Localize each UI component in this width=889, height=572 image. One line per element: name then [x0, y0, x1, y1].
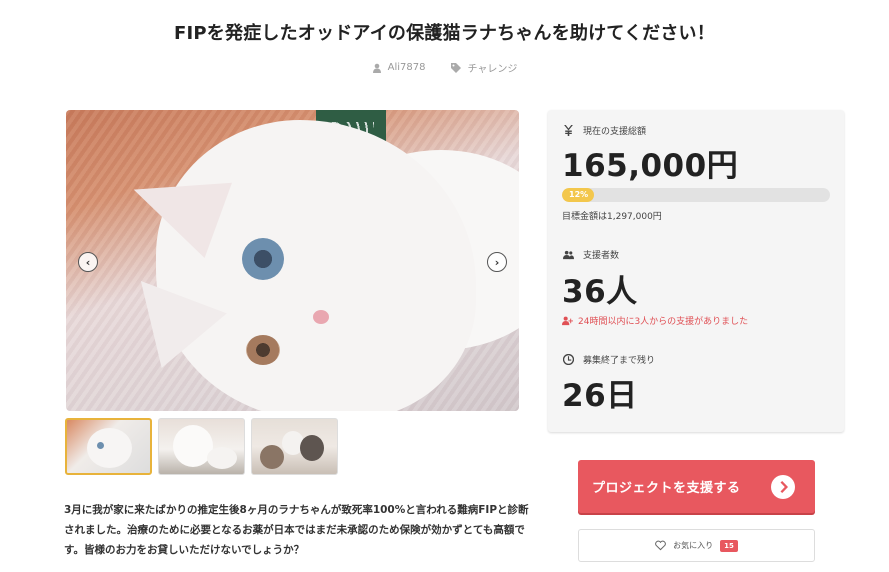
user-plus-icon: [562, 316, 573, 326]
funding-progress-bar: 12%: [562, 188, 830, 202]
chevron-right-icon: ›: [494, 255, 500, 269]
supporters-label-text: 支援者数: [583, 251, 620, 261]
goal-amount: 目標金額は1,297,000円: [562, 212, 662, 222]
page-title: FIPを発症したオッドアイの保護猫ラナちゃんを助けてください！: [174, 23, 715, 44]
thumbnail-2[interactable]: [158, 418, 245, 475]
gallery-prev-button[interactable]: ‹: [78, 252, 98, 272]
remaining-label: 募集終了まで残り: [563, 353, 655, 366]
project-meta: Ali7878 チャレンジ: [0, 60, 889, 75]
supporters-count: 36人: [562, 274, 638, 310]
support-button-label: プロジェクトを支援する: [592, 481, 741, 496]
supporters-label: 支援者数: [563, 248, 619, 261]
author-link[interactable]: Ali7878: [372, 60, 426, 75]
favorite-count-badge: 15: [720, 539, 738, 552]
recent-support-notice: 24時間以内に3人からの支援がありました: [562, 314, 748, 327]
chevron-right-circle-icon: [771, 474, 795, 499]
chevron-left-icon: ‹: [85, 255, 91, 269]
funding-stats-panel: 現在の支援総額 165,000円 12% 目標金額は1,297,000円 支援者…: [548, 110, 844, 432]
thumbnail-strip: [65, 418, 338, 475]
progress-fill: 12%: [562, 188, 595, 202]
funded-amount: 165,000円: [562, 148, 739, 184]
user-icon: [372, 63, 381, 73]
clock-icon: [563, 354, 574, 365]
author-name: Ali7878: [387, 62, 426, 73]
heart-icon: [655, 540, 666, 551]
favorite-label: お気に入り: [673, 541, 714, 550]
main-photo: [66, 110, 519, 411]
gallery-next-button[interactable]: ›: [487, 252, 507, 272]
project-description: 3月に我が家に来たばかりの推定生後8ヶ月のラナちゃんが致死率100%と言われる難…: [64, 504, 529, 556]
yen-icon: [564, 125, 573, 136]
thumbnail-3[interactable]: [251, 418, 338, 475]
category-link[interactable]: チャレンジ: [451, 60, 517, 75]
funded-label-text: 現在の支援総額: [583, 127, 647, 137]
recent-support-text: 24時間以内に3人からの支援がありました: [578, 317, 749, 327]
funded-label: 現在の支援総額: [563, 124, 646, 137]
remaining-label-text: 募集終了まで残り: [583, 356, 656, 366]
category-name: チャレンジ: [467, 64, 518, 75]
favorite-button[interactable]: お気に入り 15: [578, 529, 815, 562]
users-icon: [563, 250, 574, 260]
tag-icon: [451, 62, 462, 73]
remaining-days: 26日: [562, 378, 638, 414]
thumbnail-1[interactable]: [65, 418, 152, 475]
support-project-button[interactable]: プロジェクトを支援する: [578, 460, 815, 513]
